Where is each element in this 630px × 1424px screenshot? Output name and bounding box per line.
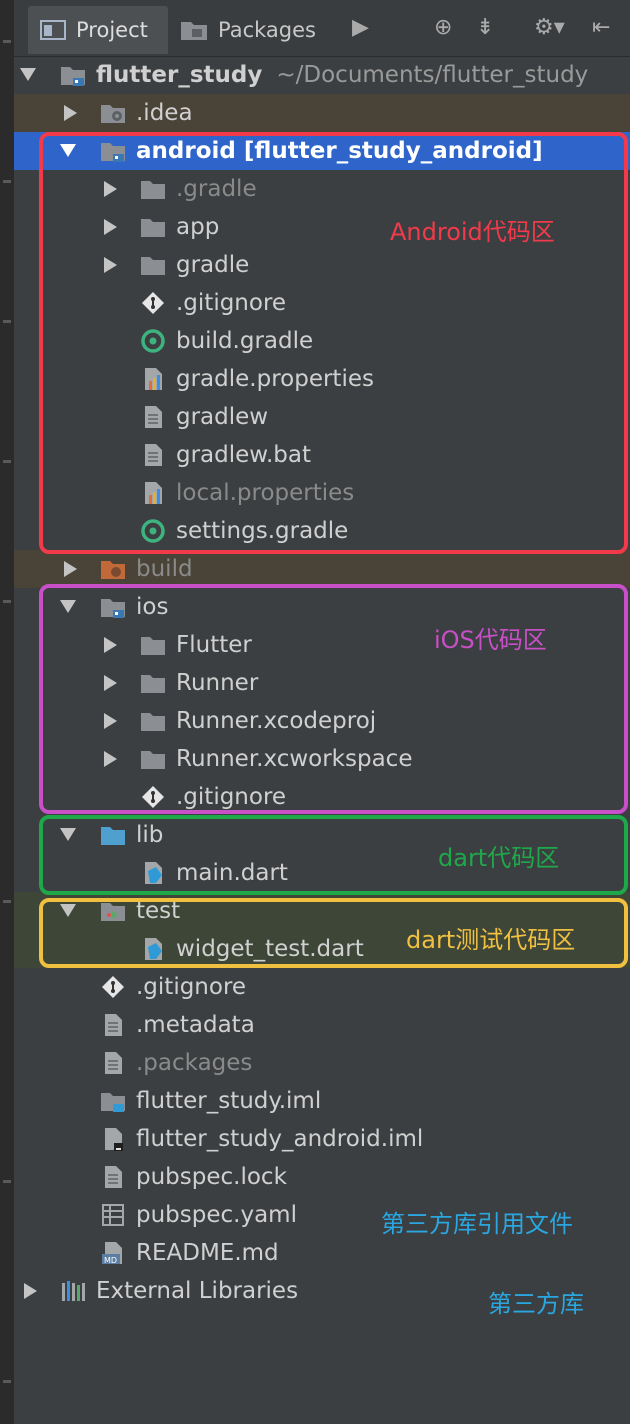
table-icon bbox=[100, 1203, 126, 1227]
test-annotation: dart测试代码区 bbox=[406, 926, 576, 954]
project-toolbar: Project Packages ▶ ⊕ ⇟ ⚙▾ ⇤ bbox=[14, 0, 630, 57]
pubspec-annotation: 第三方库引用文件 bbox=[381, 1210, 573, 1238]
dart-annotation: dart代码区 bbox=[438, 844, 560, 872]
tree-label: External Libraries bbox=[96, 1278, 299, 1304]
packages-icon bbox=[181, 22, 207, 40]
git-icon bbox=[100, 975, 126, 999]
tree-row-iml[interactable]: flutter_study.iml bbox=[14, 1082, 630, 1120]
tree-row-idea[interactable]: .idea bbox=[14, 94, 630, 132]
tree-label: README.md bbox=[136, 1240, 279, 1266]
ios-region-box bbox=[39, 584, 628, 814]
gear-icon[interactable]: ⚙▾ bbox=[534, 16, 565, 40]
tree-label: pubspec.lock bbox=[136, 1164, 287, 1190]
tree-label: flutter_study_android.iml bbox=[136, 1126, 424, 1152]
chevron-right-icon[interactable] bbox=[64, 561, 77, 577]
android-region-box bbox=[39, 132, 628, 554]
android-annotation: Android代码区 bbox=[390, 218, 555, 246]
root-path: ~/Documents/flutter_study bbox=[276, 62, 589, 88]
ios-annotation: iOS代码区 bbox=[434, 626, 547, 654]
tree-row-pubspec-lock[interactable]: pubspec.lock bbox=[14, 1158, 630, 1196]
library-icon bbox=[60, 1279, 86, 1303]
folder-icon bbox=[100, 1089, 126, 1113]
tree-row-build[interactable]: build bbox=[14, 550, 630, 588]
chevron-right-icon[interactable] bbox=[64, 105, 77, 121]
collapse-icon[interactable]: ⇟ bbox=[476, 16, 494, 40]
tab-packages-label: Packages bbox=[218, 18, 316, 42]
root-name: flutter_study bbox=[96, 62, 263, 88]
locate-icon[interactable]: ⊕ bbox=[434, 16, 452, 40]
file-icon bbox=[100, 1013, 126, 1037]
tab-packages[interactable]: Packages bbox=[172, 6, 332, 54]
project-icon bbox=[40, 20, 66, 40]
tree-row-metadata[interactable]: .metadata bbox=[14, 1006, 630, 1044]
folder-icon bbox=[100, 557, 126, 581]
tree-row-android-iml[interactable]: flutter_study_android.iml bbox=[14, 1120, 630, 1158]
tree-label: build bbox=[136, 556, 193, 582]
tree-label: .metadata bbox=[136, 1012, 255, 1038]
chevron-down-icon[interactable] bbox=[20, 68, 36, 81]
tree-label: flutter_study.iml bbox=[136, 1088, 322, 1114]
tree-row-root-gitignore[interactable]: .gitignore bbox=[14, 968, 630, 1006]
folder-icon bbox=[100, 101, 126, 125]
markdown-icon bbox=[100, 1241, 126, 1265]
tree-row-packages[interactable]: .packages bbox=[14, 1044, 630, 1082]
file-icon bbox=[100, 1127, 126, 1151]
file-icon bbox=[100, 1051, 126, 1075]
tree-label: pubspec.yaml bbox=[136, 1202, 297, 1228]
tree-row-root[interactable]: flutter_study ~/Documents/flutter_study bbox=[14, 56, 630, 94]
tab-project-label: Project bbox=[76, 18, 148, 42]
hide-icon[interactable]: ⇤ bbox=[592, 16, 610, 40]
file-icon bbox=[100, 1165, 126, 1189]
tree-label: .idea bbox=[136, 100, 193, 126]
tree-row-readme[interactable]: README.md bbox=[14, 1234, 630, 1272]
tree-label: .gitignore bbox=[136, 974, 247, 1000]
left-tool-strip bbox=[0, 0, 14, 1424]
folder-icon bbox=[60, 63, 86, 87]
chevron-right-icon[interactable] bbox=[24, 1283, 37, 1299]
tree-label: .packages bbox=[136, 1050, 253, 1076]
external-annotation: 第三方库 bbox=[488, 1290, 584, 1318]
play-icon[interactable]: ▶ bbox=[352, 16, 369, 40]
tab-project[interactable]: Project bbox=[28, 6, 168, 54]
